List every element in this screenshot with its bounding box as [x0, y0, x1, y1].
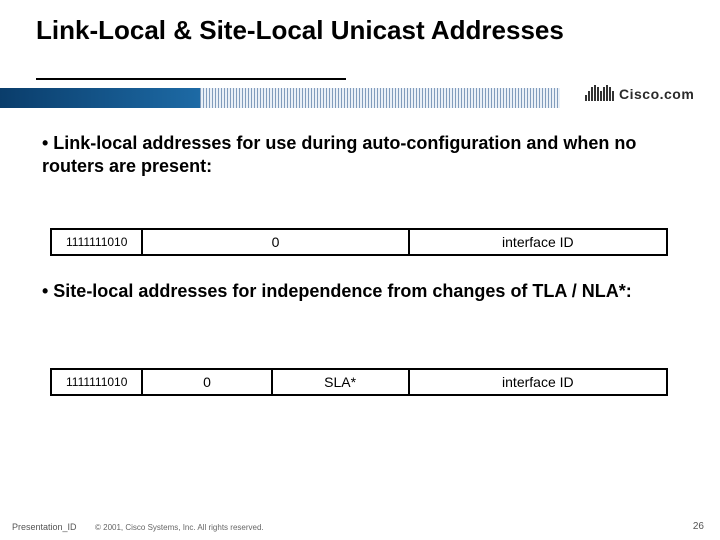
link-local-prefix: 1111111010 — [52, 230, 143, 254]
link-local-diagram: 1111111010 0 interface ID — [50, 228, 668, 256]
logo-text: Cisco.com — [619, 86, 694, 102]
footer-page-number: 26 — [693, 521, 704, 532]
footer-presentation-id: Presentation_ID — [12, 522, 77, 532]
cisco-logo: Cisco.com — [585, 84, 700, 110]
slide: Link-Local & Site-Local Unicast Addresse… — [0, 0, 720, 540]
cisco-logo-icon — [585, 84, 615, 104]
site-local-diagram: 1111111010 0 SLA* interface ID — [50, 368, 668, 396]
link-local-zero: 0 — [143, 230, 409, 254]
footer: Presentation_ID © 2001, Cisco Systems, I… — [0, 514, 720, 540]
site-local-interface-id: interface ID — [410, 370, 666, 394]
footer-copyright: © 2001, Cisco Systems, Inc. All rights r… — [95, 523, 264, 532]
site-local-zero: 0 — [143, 370, 272, 394]
link-local-interface-id: interface ID — [410, 230, 666, 254]
title-underline — [36, 78, 346, 80]
body: • Link-local addresses for use during au… — [42, 132, 678, 185]
bullet-link-local: • Link-local addresses for use during au… — [42, 132, 678, 179]
site-local-sla: SLA* — [273, 370, 410, 394]
band-stripes — [200, 88, 560, 108]
bullet-site-local: • Site-local addresses for independence … — [42, 280, 678, 303]
slide-title: Link-Local & Site-Local Unicast Addresse… — [36, 16, 596, 45]
band-solid — [0, 88, 200, 108]
site-local-prefix: 1111111010 — [52, 370, 143, 394]
